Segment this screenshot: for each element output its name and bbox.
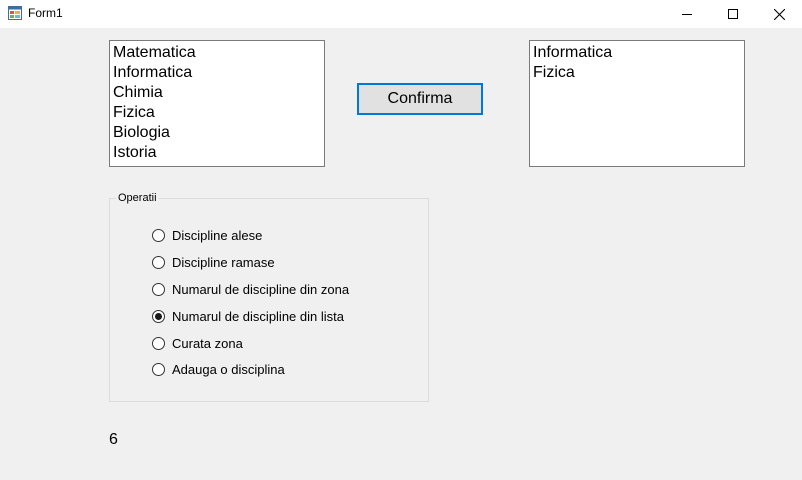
list-item[interactable]: Informatica [532,43,744,63]
radio-button-icon[interactable] [152,336,165,350]
selected-subjects-listbox[interactable]: Informatica Fizica [529,40,745,167]
list-item[interactable]: Informatica [112,63,324,83]
radio-label: Numarul de discipline din lista [172,308,344,324]
maximize-button[interactable] [710,0,756,28]
groupbox-title: Operatii [116,192,159,205]
radio-button-checked-icon[interactable] [152,309,165,323]
radio-button-icon[interactable] [152,362,165,376]
confirm-button[interactable]: Confirma [357,83,483,115]
radio-label: Discipline ramase [172,254,275,270]
radio-numar-discipline-zona[interactable]: Numarul de discipline din zona [152,279,349,299]
list-item[interactable]: Fizica [532,63,744,83]
radio-label: Numarul de discipline din zona [172,281,350,297]
list-item[interactable]: Matematica [112,43,324,63]
list-item[interactable]: Chimia [112,83,324,103]
list-item[interactable]: Biologia [112,123,324,143]
radio-button-icon[interactable] [152,228,165,242]
minimize-icon [682,14,692,15]
radio-discipline-ramase[interactable]: Discipline ramase [152,252,275,272]
window-title: Form1 [28,6,63,20]
list-item[interactable]: Fizica [112,103,324,123]
radio-numar-discipline-lista[interactable]: Numarul de discipline din lista [152,306,344,326]
subjects-listbox[interactable]: Matematica Informatica Chimia Fizica Bio… [109,40,325,167]
radio-label: Discipline alese [172,227,263,243]
title-bar: Form1 [0,0,802,28]
result-label: 6 [109,431,118,448]
maximize-icon [728,9,738,19]
list-item[interactable]: Istoria [112,143,324,163]
radio-label: Adauga o disciplina [172,361,285,377]
operations-groupbox: Operatii Discipline alese Discipline ram… [109,192,429,402]
radio-button-icon[interactable] [152,255,165,269]
close-icon [773,8,785,20]
radio-adauga-disciplina[interactable]: Adauga o disciplina [152,359,285,379]
form-client-area: Matematica Informatica Chimia Fizica Bio… [0,28,802,480]
close-button[interactable] [756,0,802,28]
radio-label: Curata zona [172,335,243,351]
app-icon [8,6,22,20]
minimize-button[interactable] [664,0,710,28]
radio-curata-zona[interactable]: Curata zona [152,333,243,353]
radio-discipline-alese[interactable]: Discipline alese [152,225,262,245]
radio-button-icon[interactable] [152,282,165,296]
